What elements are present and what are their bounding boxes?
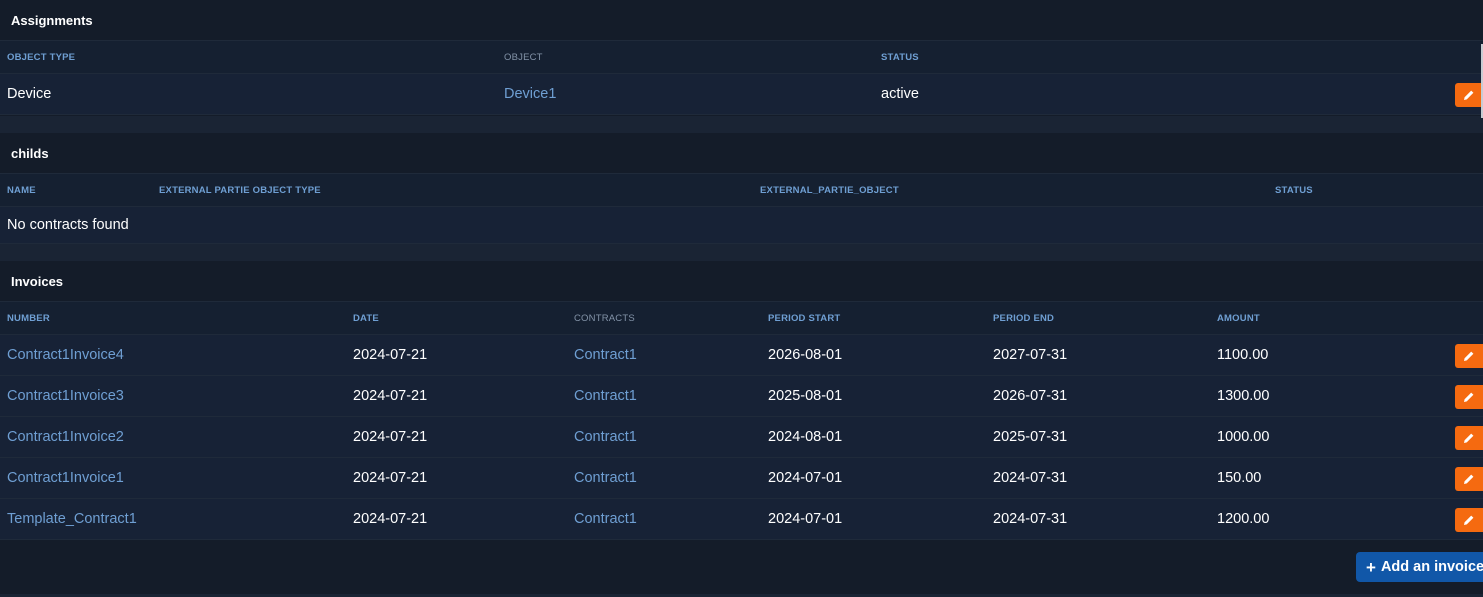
table-row: Contract1Invoice3 2024-07-21 Contract1 2… <box>0 376 1483 417</box>
invoice-amount: 1200.00 <box>1217 511 1270 527</box>
column-header-date: DATE <box>353 313 379 324</box>
pencil-icon <box>1464 433 1474 443</box>
column-header-status: STATUS <box>1275 185 1313 196</box>
invoice-date: 2024-07-21 <box>353 347 428 363</box>
invoice-period-end: 2026-07-31 <box>993 388 1068 404</box>
childs-table-header: NAME EXTERNAL PARTIE OBJECT TYPE EXTERNA… <box>0 174 1483 207</box>
pencil-icon <box>1464 392 1474 402</box>
invoice-number-link[interactable]: Template_Contract1 <box>7 499 137 539</box>
plus-icon: + <box>1366 557 1376 577</box>
invoice-period-end: 2027-07-31 <box>993 347 1068 363</box>
invoice-contract-link[interactable]: Contract1 <box>574 335 637 375</box>
table-row: Contract1Invoice2 2024-07-21 Contract1 2… <box>0 417 1483 458</box>
invoice-amount: 1000.00 <box>1217 429 1270 445</box>
edit-button[interactable] <box>1455 385 1483 409</box>
invoice-number-link[interactable]: Contract1Invoice4 <box>7 335 124 375</box>
section-divider <box>0 244 1483 261</box>
invoice-period-start: 2024-07-01 <box>768 470 843 486</box>
cell-status: active <box>881 86 919 102</box>
invoice-amount: 1300.00 <box>1217 388 1270 404</box>
column-header-object: OBJECT <box>504 52 543 63</box>
invoice-period-start: 2026-08-01 <box>768 347 843 363</box>
invoice-date: 2024-07-21 <box>353 470 428 486</box>
table-row: Template_Contract1 2024-07-21 Contract1 … <box>0 499 1483 540</box>
column-header-object-type: OBJECT TYPE <box>7 52 76 63</box>
invoice-period-start: 2024-08-01 <box>768 429 843 445</box>
assignments-title: Assignments <box>0 0 1483 41</box>
column-header-external-partie-object: EXTERNAL_PARTIE_OBJECT <box>760 185 899 196</box>
table-row: Contract1Invoice4 2024-07-21 Contract1 2… <box>0 335 1483 376</box>
childs-panel: childs NAME EXTERNAL PARTIE OBJECT TYPE … <box>0 133 1483 244</box>
column-header-contracts: CONTRACTS <box>574 313 635 324</box>
childs-title: childs <box>0 133 1483 174</box>
invoice-contract-link[interactable]: Contract1 <box>574 376 637 416</box>
invoice-date: 2024-07-21 <box>353 511 428 527</box>
invoice-contract-link[interactable]: Contract1 <box>574 458 637 498</box>
invoice-period-end: 2024-07-31 <box>993 470 1068 486</box>
cell-object-link[interactable]: Device1 <box>504 74 556 114</box>
pencil-icon <box>1464 474 1474 484</box>
empty-row: No contracts found <box>0 207 1483 244</box>
add-invoice-button[interactable]: + Add an invoice <box>1356 552 1483 582</box>
invoice-number-link[interactable]: Contract1Invoice1 <box>7 458 124 498</box>
add-invoice-label: Add an invoice <box>1380 559 1483 575</box>
empty-message: No contracts found <box>7 217 129 233</box>
edit-button[interactable] <box>1455 467 1483 491</box>
column-header-external-partie-object-type: EXTERNAL PARTIE OBJECT TYPE <box>159 185 321 196</box>
column-header-period-start: PERIOD START <box>768 313 841 324</box>
column-header-number: NUMBER <box>7 313 50 324</box>
section-divider <box>0 116 1483 133</box>
table-row: Contract1Invoice1 2024-07-21 Contract1 2… <box>0 458 1483 499</box>
invoice-contract-link[interactable]: Contract1 <box>574 417 637 457</box>
invoice-period-start: 2024-07-01 <box>768 511 843 527</box>
invoices-panel: Invoices NUMBER DATE CONTRACTS PERIOD ST… <box>0 261 1483 540</box>
invoice-period-end: 2024-07-31 <box>993 511 1068 527</box>
edit-button[interactable] <box>1455 426 1483 450</box>
invoice-amount: 150.00 <box>1217 470 1262 486</box>
cell-object-type: Device <box>7 86 52 102</box>
pencil-icon <box>1464 351 1474 361</box>
invoice-period-end: 2025-07-31 <box>993 429 1068 445</box>
invoice-period-start: 2025-08-01 <box>768 388 843 404</box>
column-header-status: STATUS <box>881 52 919 63</box>
edit-button[interactable] <box>1455 344 1483 368</box>
assignments-panel: Assignments OBJECT TYPE OBJECT STATUS De… <box>0 0 1483 115</box>
table-row: Device Device1 active <box>0 74 1483 115</box>
column-header-amount: AMOUNT <box>1217 313 1260 324</box>
invoice-date: 2024-07-21 <box>353 429 428 445</box>
invoice-number-link[interactable]: Contract1Invoice3 <box>7 376 124 416</box>
column-header-period-end: PERIOD END <box>993 313 1055 324</box>
assignments-table-header: OBJECT TYPE OBJECT STATUS <box>0 41 1483 74</box>
invoice-number-link[interactable]: Contract1Invoice2 <box>7 417 124 457</box>
invoices-table-header: NUMBER DATE CONTRACTS PERIOD START PERIO… <box>0 302 1483 335</box>
invoices-title: Invoices <box>0 261 1483 302</box>
invoice-date: 2024-07-21 <box>353 388 428 404</box>
invoice-amount: 1100.00 <box>1217 347 1269 363</box>
column-header-name: NAME <box>7 185 36 196</box>
edit-button[interactable] <box>1455 83 1483 107</box>
pencil-icon <box>1464 515 1474 525</box>
invoice-contract-link[interactable]: Contract1 <box>574 499 637 539</box>
pencil-icon <box>1464 90 1474 100</box>
edit-button[interactable] <box>1455 508 1483 532</box>
